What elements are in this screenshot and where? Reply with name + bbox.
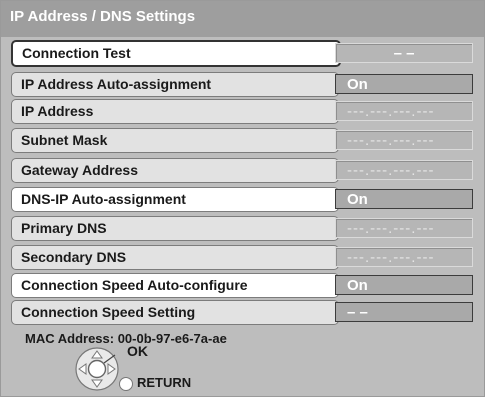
speed-setting-value[interactable]: – –: [335, 302, 473, 322]
setting-row-secondary-dns[interactable]: Secondary DNS ---.---.---.---: [11, 245, 476, 270]
title-bar: IP Address / DNS Settings: [1, 1, 484, 37]
mac-address: MAC Address: 00-0b-97-e6-7a-ae: [25, 331, 227, 346]
gateway-address-label[interactable]: Gateway Address: [11, 158, 339, 183]
setting-row-ip-address[interactable]: IP Address ---.---.---.---: [11, 99, 476, 124]
setting-row-connection-test[interactable]: Connection Test – –: [11, 40, 476, 67]
page-title: IP Address / DNS Settings: [10, 8, 196, 25]
ip-auto-assignment-label[interactable]: IP Address Auto-assignment: [11, 72, 339, 97]
secondary-dns-label[interactable]: Secondary DNS: [11, 245, 339, 270]
ip-address-value: ---.---.---.---: [335, 101, 473, 121]
return-label: RETURN: [137, 375, 192, 390]
primary-dns-value: ---.---.---.---: [335, 218, 473, 238]
speed-setting-label[interactable]: Connection Speed Setting: [11, 300, 339, 325]
setting-row-subnet-mask[interactable]: Subnet Mask ---.---.---.---: [11, 128, 476, 153]
return-button-icon: [119, 377, 133, 391]
connection-test-value: – –: [335, 43, 473, 63]
settings-screen: IP Address / DNS Settings Connection Tes…: [0, 0, 485, 397]
speed-auto-configure-label[interactable]: Connection Speed Auto-configure: [11, 273, 339, 298]
ip-auto-assignment-value[interactable]: On: [335, 74, 473, 94]
primary-dns-label[interactable]: Primary DNS: [11, 216, 339, 241]
secondary-dns-value: ---.---.---.---: [335, 247, 473, 267]
setting-row-gateway-address[interactable]: Gateway Address ---.---.---.---: [11, 158, 476, 183]
dns-auto-assignment-label[interactable]: DNS-IP Auto-assignment: [11, 187, 339, 212]
ok-label: OK: [127, 343, 148, 359]
connection-test-label[interactable]: Connection Test: [11, 40, 341, 67]
subnet-mask-label[interactable]: Subnet Mask: [11, 128, 339, 153]
subnet-mask-value: ---.---.---.---: [335, 130, 473, 150]
gateway-address-value: ---.---.---.---: [335, 160, 473, 180]
directional-pad-icon: [75, 347, 119, 391]
setting-row-speed-setting[interactable]: Connection Speed Setting – –: [11, 300, 476, 325]
setting-row-primary-dns[interactable]: Primary DNS ---.---.---.---: [11, 216, 476, 241]
dns-auto-assignment-value[interactable]: On: [335, 189, 473, 209]
setting-row-ip-auto-assignment[interactable]: IP Address Auto-assignment On: [11, 72, 476, 97]
ip-address-label[interactable]: IP Address: [11, 99, 339, 124]
setting-row-speed-auto-configure[interactable]: Connection Speed Auto-configure On: [11, 273, 476, 298]
setting-row-dns-auto-assignment[interactable]: DNS-IP Auto-assignment On: [11, 187, 476, 212]
speed-auto-configure-value[interactable]: On: [335, 275, 473, 295]
